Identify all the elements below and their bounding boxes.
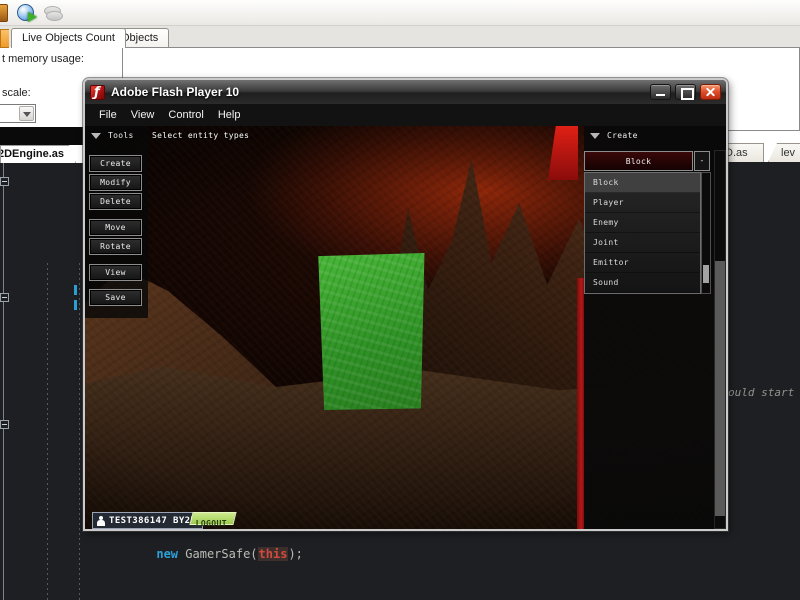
divider-strip bbox=[0, 127, 85, 145]
coins-disabled-icon bbox=[44, 6, 61, 20]
code-fragment bbox=[74, 300, 77, 310]
indent-guide bbox=[79, 263, 80, 600]
list-scrollbar-thumb[interactable] bbox=[703, 265, 709, 283]
fold-collapse-icon[interactable] bbox=[0, 177, 9, 186]
doc-tabs-right: D.as lev bbox=[726, 143, 800, 162]
rotate-tool-button[interactable]: Rotate bbox=[89, 238, 142, 255]
flash-logo-icon bbox=[90, 85, 105, 100]
session-badge[interactable]: TEST386147 BY2B bbox=[92, 512, 203, 529]
identifier-token: GamerSafe( bbox=[178, 547, 257, 561]
entity-option-player[interactable]: Player bbox=[585, 193, 700, 213]
create-header-label: Create bbox=[607, 131, 638, 140]
entity-option-emittor[interactable]: Emittor bbox=[585, 253, 700, 273]
doc-tab-2dengine[interactable]: 2DEngine.as bbox=[0, 145, 76, 163]
code-fragment bbox=[74, 285, 77, 295]
tools-header-label: Tools bbox=[108, 131, 134, 140]
panel-scrollbar-end bbox=[715, 516, 725, 528]
app-screen: Live Objects Count Objects t memory usag… bbox=[0, 0, 800, 600]
logout-label: LOGOUT bbox=[196, 518, 227, 529]
modify-tool-button[interactable]: Modify bbox=[89, 174, 142, 191]
tab-stub-orange[interactable] bbox=[0, 29, 9, 48]
entity-type-dropdown[interactable]: Block bbox=[584, 151, 693, 171]
brush-icon[interactable] bbox=[0, 4, 8, 22]
panel-tabstrip: Live Objects Count Objects bbox=[0, 26, 800, 48]
person-icon bbox=[97, 516, 105, 526]
flash-player-window: Adobe Flash Player 10 File View Control … bbox=[83, 78, 728, 531]
window-titlebar[interactable]: Adobe Flash Player 10 bbox=[85, 80, 726, 104]
code-editor-right[interactable]: ould start bbox=[728, 162, 800, 531]
chevron-down-icon[interactable] bbox=[19, 106, 34, 121]
game-stage[interactable]: Tools Create Modify Delete Move Rotate V… bbox=[85, 126, 726, 529]
hint-text: Select entity types bbox=[152, 131, 249, 140]
code-line-gamersafe-new: new GamerSafe(this); bbox=[113, 533, 303, 575]
memory-usage-label: t memory usage: bbox=[2, 53, 84, 65]
menu-control[interactable]: Control bbox=[161, 106, 210, 124]
code-editor-left[interactable]: /** * Cu * @a * @v */ publ { bbox=[0, 163, 85, 600]
comment-snippet: ould start bbox=[728, 386, 794, 399]
create-panel-header[interactable]: Create bbox=[590, 131, 638, 140]
tools-panel-header[interactable]: Tools bbox=[91, 131, 134, 140]
move-tool-button[interactable]: Move bbox=[89, 219, 142, 236]
minimize-button[interactable] bbox=[650, 84, 671, 100]
fold-margin-line bbox=[3, 163, 4, 600]
doc-tab-lev[interactable]: lev bbox=[768, 143, 800, 162]
window-controls bbox=[650, 84, 721, 100]
keyword-token: new bbox=[156, 547, 178, 561]
collapse-arrow-icon bbox=[91, 133, 101, 139]
indent-guide bbox=[47, 263, 48, 600]
menu-file[interactable]: File bbox=[92, 106, 124, 124]
menu-help[interactable]: Help bbox=[211, 106, 248, 124]
save-tool-button[interactable]: Save bbox=[89, 289, 142, 306]
collapse-arrow-icon bbox=[590, 133, 600, 139]
session-badge-label: TEST386147 BY2B bbox=[109, 516, 196, 526]
panel-scrollbar-thumb[interactable] bbox=[715, 151, 725, 261]
entity-option-enemy[interactable]: Enemy bbox=[585, 213, 700, 233]
green-block-entity[interactable] bbox=[310, 253, 428, 410]
scale-label: scale: bbox=[2, 87, 31, 99]
tab-live-objects-count[interactable]: Live Objects Count bbox=[11, 28, 126, 48]
window-title: Adobe Flash Player 10 bbox=[111, 85, 239, 99]
logout-button[interactable]: LOGOUT bbox=[189, 512, 236, 525]
scale-combobox[interactable] bbox=[0, 104, 36, 123]
clock-run-icon[interactable] bbox=[17, 4, 34, 21]
entity-option-joint[interactable]: Joint bbox=[585, 233, 700, 253]
code-line-onbeginsession: GamerSafe.api.onBeginSession = GamerSafe… bbox=[113, 585, 539, 600]
delete-tool-button[interactable]: Delete bbox=[89, 193, 142, 210]
code-editor-bottom[interactable]: new GamerSafe(this); GamerSafe.api.onBeg… bbox=[85, 531, 800, 600]
dropdown-collapse-button[interactable]: - bbox=[694, 151, 710, 171]
entity-option-sound[interactable]: Sound bbox=[585, 273, 700, 293]
window-menubar: File View Control Help bbox=[85, 104, 726, 126]
fold-collapse-icon[interactable] bbox=[0, 420, 9, 429]
create-tool-button[interactable]: Create bbox=[89, 155, 142, 172]
list-scrollbar[interactable] bbox=[701, 172, 711, 294]
menu-view[interactable]: View bbox=[124, 106, 162, 124]
panel-scrollbar[interactable] bbox=[714, 150, 726, 529]
this-token: this bbox=[258, 547, 289, 561]
maximize-button[interactable] bbox=[675, 84, 696, 100]
close-button[interactable] bbox=[700, 84, 721, 100]
ide-toolbar bbox=[0, 0, 800, 26]
fold-collapse-icon[interactable] bbox=[0, 293, 9, 302]
punctuation-token: ); bbox=[288, 547, 302, 561]
view-tool-button[interactable]: View bbox=[89, 264, 142, 281]
entity-type-list: Block Player Enemy Joint Emittor Sound bbox=[584, 172, 701, 294]
entity-option-block[interactable]: Block bbox=[585, 173, 700, 193]
